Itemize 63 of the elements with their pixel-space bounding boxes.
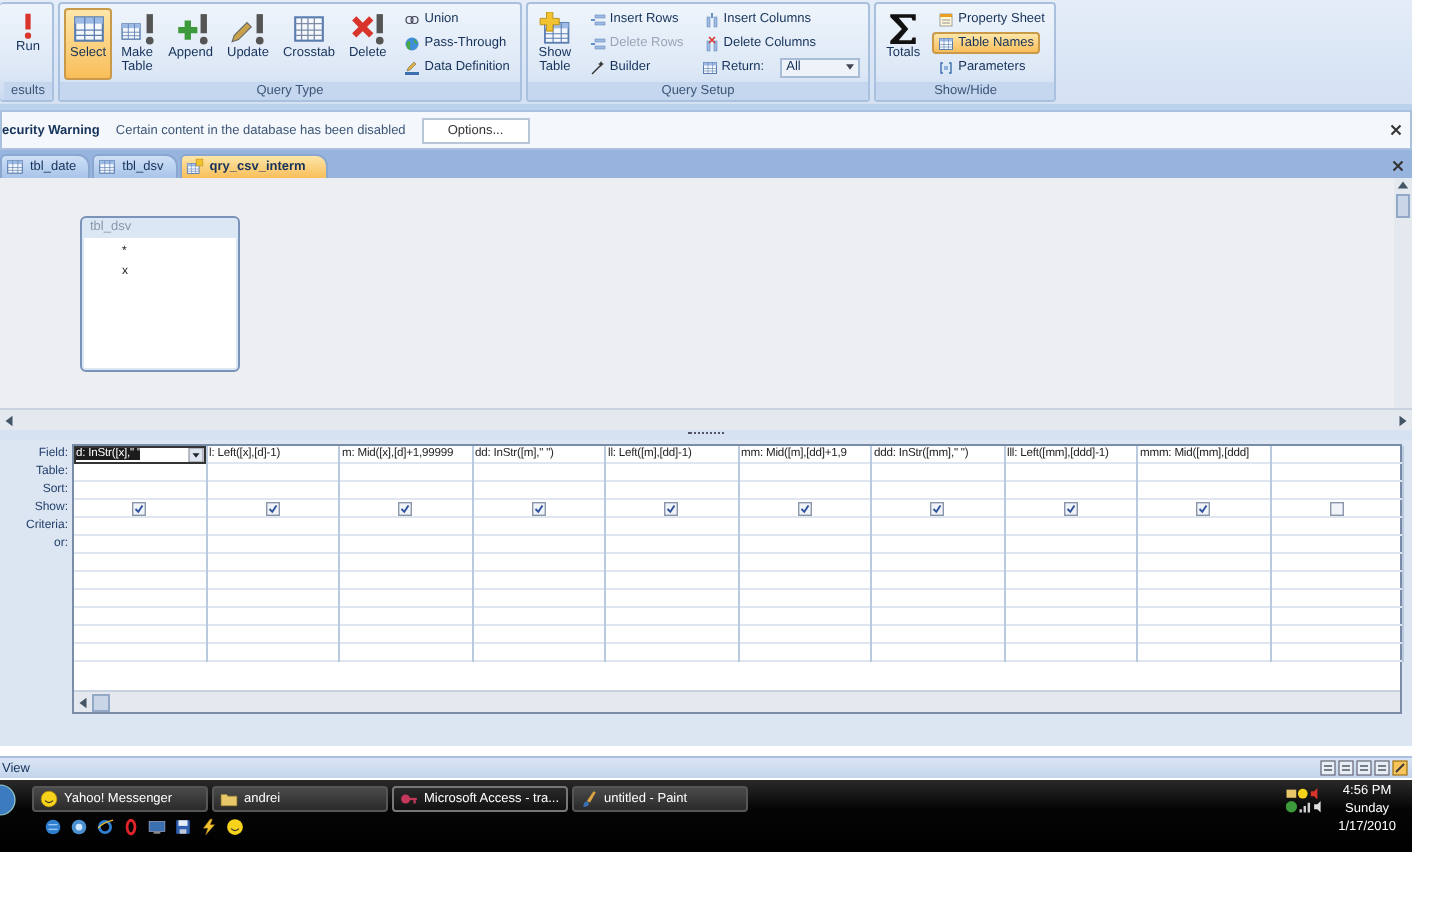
- checkbox[interactable]: [1329, 501, 1344, 515]
- monitor-icon[interactable]: [148, 818, 166, 836]
- view-icon[interactable]: [1356, 760, 1372, 776]
- key-icon: [400, 790, 418, 808]
- checked-checkbox[interactable]: [531, 501, 546, 515]
- scroll-thumb[interactable]: [92, 693, 110, 711]
- left-arrow-icon[interactable]: [76, 695, 90, 709]
- view-icon[interactable]: [1338, 760, 1354, 776]
- vertical-scrollbar[interactable]: [1394, 178, 1412, 408]
- checked-checkbox[interactable]: [930, 501, 945, 515]
- checked-checkbox[interactable]: [1063, 501, 1078, 515]
- table-plus-icon: [537, 12, 572, 46]
- globe-icon[interactable]: [70, 818, 88, 836]
- checked-checkbox[interactable]: [265, 501, 280, 515]
- checked-checkbox[interactable]: [664, 501, 679, 515]
- folder-icon: [220, 790, 238, 808]
- brush-icon: [580, 790, 598, 808]
- left-arrow-icon[interactable]: [2, 413, 16, 427]
- tray-icons-drawing[interactable]: [1286, 788, 1327, 814]
- columns-cross-icon: [703, 35, 720, 51]
- up-arrow-icon[interactable]: [1396, 178, 1410, 192]
- table-icon: [6, 158, 24, 176]
- rows-icon: [589, 35, 606, 51]
- sheet-icon: [938, 11, 955, 27]
- table-icon: [938, 35, 955, 51]
- splitter-grip[interactable]: [688, 432, 724, 438]
- design-view-icon[interactable]: [1392, 760, 1408, 776]
- emoticon-icon: [40, 790, 58, 808]
- sigma-icon: [886, 12, 921, 46]
- table-icon: [98, 158, 117, 176]
- dropdown-icon[interactable]: [187, 447, 203, 461]
- table-icon: [701, 59, 718, 75]
- emoticon-icon[interactable]: [226, 818, 244, 836]
- pencil-exclamation-icon: [230, 12, 265, 46]
- wand-icon: [589, 59, 606, 75]
- view-icon[interactable]: [1320, 760, 1336, 776]
- checked-checkbox[interactable]: [132, 501, 147, 515]
- ring-icon[interactable]: [96, 818, 114, 836]
- caret-icon: [846, 64, 855, 70]
- lightning-icon[interactable]: [200, 818, 218, 836]
- query-icon: [185, 158, 204, 176]
- globe-icon[interactable]: [44, 818, 62, 836]
- globe-icon: [404, 35, 421, 51]
- columns-icon: [703, 11, 720, 27]
- close-icon[interactable]: [1392, 159, 1404, 171]
- rings-icon: [404, 11, 421, 27]
- table-exclamation-icon: [120, 12, 155, 46]
- grid-icon: [291, 12, 326, 46]
- checked-checkbox[interactable]: [797, 501, 812, 515]
- cross-exclamation-icon: [350, 12, 385, 46]
- checked-checkbox[interactable]: [1196, 501, 1211, 515]
- brackets-icon: [938, 59, 955, 75]
- close-icon[interactable]: [1390, 124, 1402, 136]
- table-icon: [71, 12, 106, 46]
- plus-exclamation-icon: [173, 12, 208, 46]
- right-arrow-icon[interactable]: [1396, 413, 1410, 427]
- horizontal-scrollbar[interactable]: [74, 690, 1400, 712]
- checked-checkbox[interactable]: [398, 501, 413, 515]
- scroll-thumb[interactable]: [1396, 194, 1410, 218]
- horizontal-scrollbar[interactable]: [0, 408, 1412, 430]
- pencil-icon: [404, 59, 421, 75]
- rows-icon: [589, 11, 606, 27]
- view-icon[interactable]: [1374, 760, 1390, 776]
